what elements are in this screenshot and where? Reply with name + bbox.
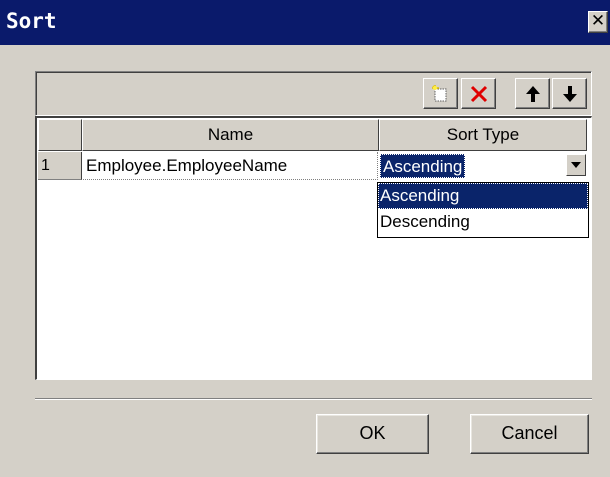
sort-type-dropdown-list[interactable]: Ascending Descending (377, 182, 589, 238)
sort-type-combo[interactable]: Ascending (380, 154, 586, 178)
name-cell[interactable]: Employee.EmployeeName (83, 152, 378, 180)
delete-button[interactable] (461, 78, 496, 109)
chevron-down-icon (571, 162, 581, 168)
column-header-name[interactable]: Name (82, 119, 379, 151)
dropdown-button[interactable] (566, 154, 586, 176)
sort-grid[interactable]: Name Sort Type 1 Employee.EmployeeName A… (35, 116, 592, 380)
option-ascending[interactable]: Ascending (378, 183, 588, 209)
close-button[interactable]: ✕ (588, 11, 608, 33)
separator (35, 398, 592, 400)
column-header-sort-type[interactable]: Sort Type (379, 119, 587, 151)
new-item-button[interactable] (423, 78, 458, 109)
window-title: Sort (6, 9, 57, 33)
arrow-down-icon (562, 85, 577, 102)
ok-button[interactable]: OK (316, 414, 429, 454)
row-header[interactable]: 1 (38, 152, 82, 180)
option-descending[interactable]: Descending (378, 209, 588, 235)
toolbar (35, 71, 592, 116)
new-item-icon (431, 84, 446, 101)
title-bar[interactable]: Sort ✕ (0, 0, 610, 45)
corner-header[interactable] (38, 119, 82, 151)
delete-icon (470, 85, 487, 102)
cancel-button[interactable]: Cancel (470, 414, 589, 454)
move-up-button[interactable] (515, 78, 550, 109)
sort-type-value[interactable]: Ascending (380, 154, 466, 178)
arrow-up-icon (525, 85, 540, 102)
move-down-button[interactable] (552, 78, 587, 109)
close-icon: ✕ (590, 11, 606, 31)
